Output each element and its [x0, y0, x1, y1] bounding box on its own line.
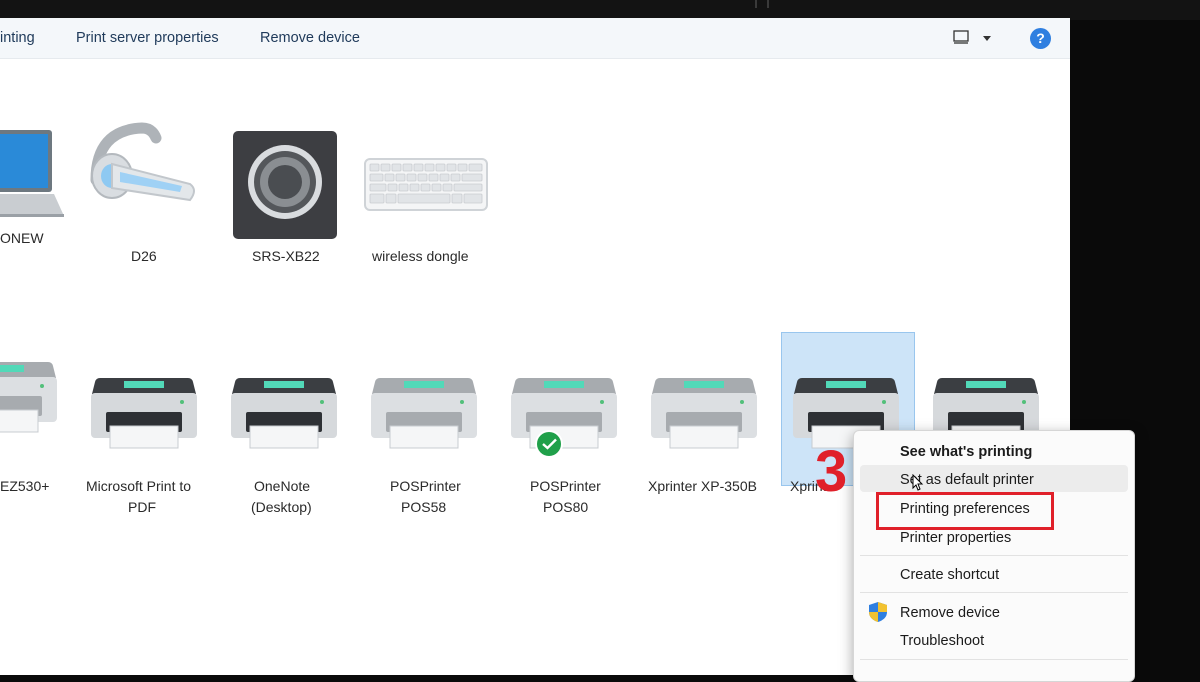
- device-keyboard[interactable]: [364, 158, 488, 217]
- printer-label: POSPrinter: [390, 478, 461, 494]
- step-number: 3: [815, 439, 848, 504]
- printer-pos58[interactable]: [370, 360, 478, 457]
- printer-label: POSPrinter: [530, 478, 601, 494]
- printer-label-line2: PDF: [128, 499, 156, 515]
- device-laptop[interactable]: [0, 126, 70, 226]
- printer-label-line2: POS58: [401, 499, 447, 515]
- menu-printer-properties[interactable]: Printer properties: [900, 530, 1011, 546]
- keyboard-icon: [364, 158, 488, 211]
- printer-label-line2: (Desktop): [251, 499, 312, 515]
- chevron-down-icon[interactable]: [983, 36, 991, 41]
- title-separator: [755, 0, 757, 8]
- device-label: wireless dongle: [372, 248, 469, 264]
- device-headset[interactable]: [90, 120, 200, 220]
- headset-icon: [90, 122, 195, 202]
- default-printer-check-icon: [535, 430, 563, 458]
- change-view-icon[interactable]: [953, 30, 969, 44]
- printer-icon: [91, 378, 197, 449]
- printer-context-menu: See what's printing Set as default print…: [853, 430, 1135, 682]
- printer-icon: [371, 378, 477, 449]
- window-title-strip: [0, 0, 1200, 20]
- menu-remove-device[interactable]: Remove device: [900, 605, 1000, 621]
- menu-separator: [860, 592, 1128, 593]
- menu-create-shortcut[interactable]: Create shortcut: [900, 567, 999, 583]
- toolbar-print-server-properties[interactable]: Print server properties: [76, 30, 219, 46]
- printer-label: Microsoft Print to: [86, 478, 192, 494]
- menu-separator: [860, 659, 1128, 660]
- printer-icon: [231, 378, 337, 449]
- printer-icon: [0, 362, 57, 433]
- printer-label: Xprinter XP-350B: [648, 478, 757, 494]
- laptop-icon: [0, 130, 64, 217]
- printer-ez530[interactable]: [0, 360, 58, 441]
- device-label: D26: [131, 248, 157, 264]
- mouse-cursor-icon: [912, 474, 924, 491]
- printer-onenote[interactable]: [230, 360, 338, 457]
- printer-icon: [511, 378, 617, 449]
- printer-microsoft-print-to-pdf[interactable]: [90, 360, 198, 457]
- toolbar-see-whats-printing[interactable]: inting: [0, 30, 35, 46]
- printer-label: OneNote: [254, 478, 311, 494]
- device-label: SRS-XB22: [252, 248, 320, 264]
- speaker-icon: [233, 131, 337, 239]
- uac-shield-icon: [869, 602, 887, 622]
- printer-icon: [651, 378, 757, 449]
- toolbar: inting Print server properties Remove de…: [0, 18, 1070, 59]
- device-label: ONEW: [0, 230, 44, 246]
- help-icon[interactable]: ?: [1030, 28, 1051, 49]
- toolbar-remove-device[interactable]: Remove device: [260, 30, 360, 46]
- menu-separator: [860, 555, 1128, 556]
- device-speaker[interactable]: [232, 130, 338, 245]
- menu-troubleshoot[interactable]: Troubleshoot: [900, 633, 984, 649]
- highlight-box: [876, 492, 1054, 530]
- printer-label: EZ530+: [0, 478, 50, 494]
- printer-pos80[interactable]: [510, 360, 618, 457]
- printer-xprinter-xp350b[interactable]: [650, 360, 758, 457]
- title-separator: [767, 0, 769, 8]
- menu-see-whats-printing[interactable]: See what's printing: [900, 444, 1032, 460]
- printer-label-line2: POS80: [543, 499, 589, 515]
